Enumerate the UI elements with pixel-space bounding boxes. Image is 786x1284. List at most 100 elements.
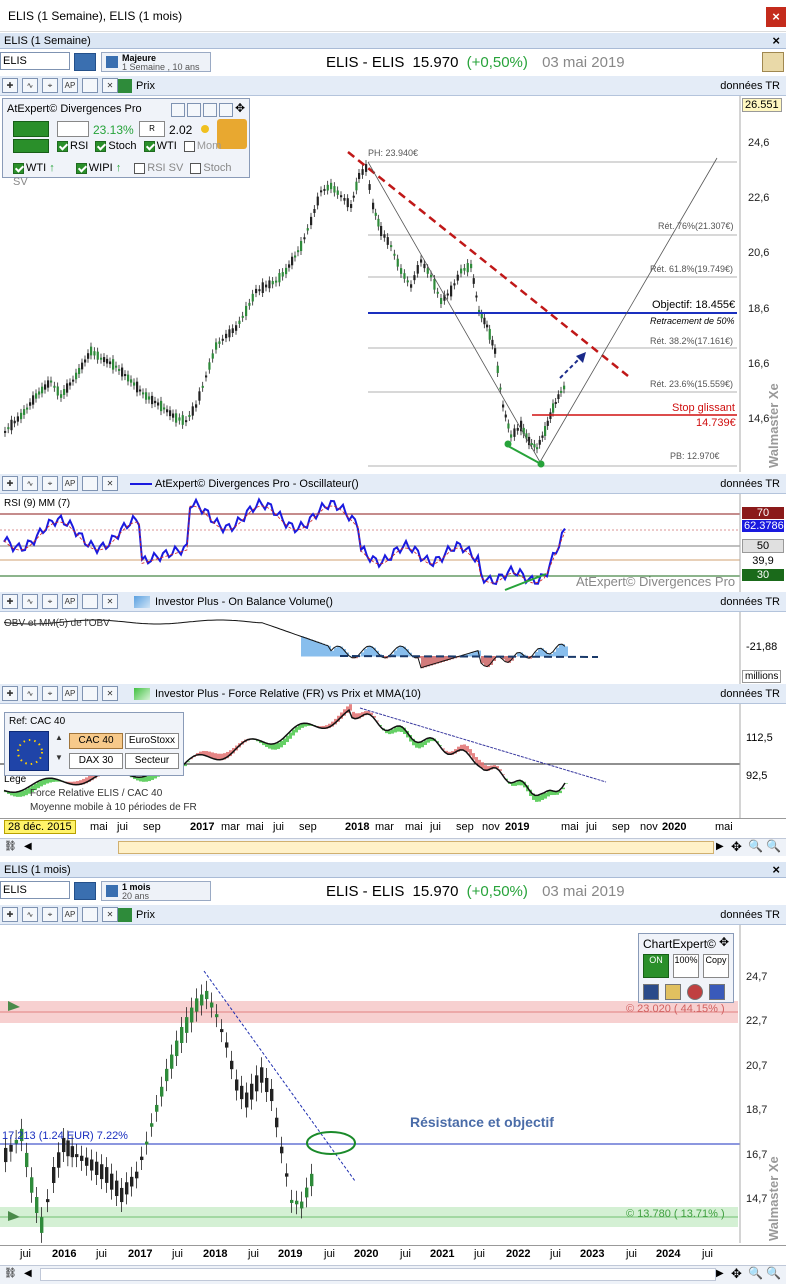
check-rsi[interactable]: RSI [57, 140, 88, 152]
link-icon[interactable]: ⛓ [4, 841, 17, 852]
check-wipi[interactable]: WIPI ↑ [75, 162, 121, 174]
chartexpert-tool-icon-1[interactable] [643, 984, 659, 1000]
rsi-panel[interactable]: RSI (9) MM (7) 70 62.3786 50 39,9 30 AtE… [0, 494, 786, 592]
monthly-price-tab[interactable]: Prix [136, 905, 155, 925]
zoom-in-icon[interactable]: 🔍 [766, 839, 781, 853]
scroll-left-icon[interactable]: ◀ [24, 1268, 32, 1279]
wave-tool-icon[interactable]: ∿ [22, 78, 38, 93]
obv-panel[interactable]: OBV et MM(5) de l'OBV -21,88 millions [0, 612, 786, 684]
scroll-thumb[interactable] [118, 841, 714, 854]
chartexpert-tool-icon-3[interactable] [687, 984, 703, 1000]
scroll-left-icon[interactable]: ◀ [24, 841, 32, 852]
magnet-tool-icon[interactable]: ⌖ [42, 686, 58, 701]
tools-icon[interactable] [762, 52, 784, 72]
window-tool-icon[interactable] [82, 686, 98, 701]
window-tool-icon[interactable] [82, 907, 98, 922]
ap-tool-icon[interactable]: AP [62, 594, 78, 609]
ref-button-eurostoxx[interactable]: EuroStoxx [125, 733, 179, 749]
widget-settings-icon[interactable] [203, 103, 217, 117]
scroll-down-icon[interactable]: ▼ [55, 753, 63, 762]
cross-tool-icon[interactable]: ✚ [2, 686, 18, 701]
check-wti-2[interactable]: WTI ↑ [13, 162, 55, 174]
cross-tool-icon[interactable]: ✚ [2, 78, 18, 93]
chartexpert-tool-icon-4[interactable] [709, 984, 725, 1000]
scroll-thumb[interactable] [40, 1268, 716, 1281]
monthly-scrollbar[interactable]: ⛓ ◀ ▶ ✥ 🔍 🔍 [0, 1265, 786, 1284]
ap-tool-icon[interactable]: AP [62, 907, 78, 922]
date-tick-label: mar [375, 821, 394, 833]
fr-panel[interactable]: 112,5 92,5 Lege Force Relative ELIS / CA… [0, 704, 786, 818]
trend-up-icon[interactable] [13, 121, 49, 137]
wave-tool-icon[interactable]: ∿ [22, 686, 38, 701]
weekly-scrollbar[interactable]: ⛓ ◀ ▶ ✥ 🔍 🔍 [0, 838, 786, 856]
weekly-price-tab[interactable]: Prix [136, 76, 155, 96]
wave-tool-icon[interactable]: ∿ [22, 907, 38, 922]
scroll-right-icon[interactable]: ▶ [716, 1268, 724, 1279]
zoom-out-icon[interactable]: 🔍 [748, 839, 763, 853]
widget-refresh-icon[interactable] [171, 103, 185, 117]
trend-down-icon[interactable] [13, 139, 49, 153]
check-wti[interactable]: WTI [143, 140, 177, 152]
weekly-price-chart[interactable]: 26.551 24,6 22,6 20,6 18,6 16,6 14,6 PH:… [0, 96, 786, 472]
link-icon[interactable]: ⛓ [4, 1268, 17, 1279]
chartexpert-tool-icon-2[interactable] [665, 984, 681, 1000]
widget-move-icon[interactable]: ✥ [235, 101, 245, 115]
monthly-period-selector[interactable]: 1 mois 20 ans [101, 881, 211, 901]
wave-tool-icon[interactable]: ∿ [22, 594, 38, 609]
weekly-ticker-input[interactable]: ELIS [0, 52, 70, 70]
magnet-tool-icon[interactable]: ⌖ [42, 594, 58, 609]
fr-fill-bar [535, 795, 538, 802]
ap-tool-icon[interactable]: AP [62, 476, 78, 491]
zoom-in-icon[interactable]: 🔍 [766, 1266, 781, 1280]
close-tool-icon[interactable]: ✕ [102, 686, 118, 701]
chartexpert-on-button[interactable]: ON [643, 954, 669, 978]
cross-tool-icon[interactable]: ✚ [2, 476, 18, 491]
close-tool-icon[interactable]: ✕ [102, 594, 118, 609]
wave-tool-icon[interactable]: ∿ [22, 476, 38, 491]
scroll-right-icon[interactable]: ▶ [716, 841, 724, 852]
magnet-tool-icon[interactable]: ⌖ [42, 476, 58, 491]
check-rsi-sv[interactable]: RSI SV [134, 162, 183, 174]
oscillator-tab[interactable]: AtExpert© Divergences Pro - Oscillateur(… [155, 474, 359, 494]
obv-tab[interactable]: Investor Plus - On Balance Volume() [155, 592, 333, 612]
monthly-price-chart[interactable]: 24,7 22,7 20,7 18,7 16,7 14,7 © 23.020 (… [0, 925, 786, 1243]
close-tool-icon[interactable]: ✕ [102, 907, 118, 922]
pan-icon[interactable]: ✥ [731, 839, 742, 855]
cross-tool-icon[interactable]: ✚ [2, 594, 18, 609]
window-tool-icon[interactable] [82, 594, 98, 609]
close-tool-icon[interactable]: ✕ [102, 78, 118, 93]
widget-edit-icon[interactable] [187, 103, 201, 117]
window-close-button[interactable]: × [766, 7, 786, 27]
candle-body [105, 1167, 109, 1183]
ref-button-secteur[interactable]: Secteur [125, 753, 179, 769]
cross-tool-icon[interactable]: ✚ [2, 907, 18, 922]
monthly-ticker-input[interactable]: ELIS [0, 881, 70, 899]
scroll-up-icon[interactable]: ▲ [55, 733, 63, 742]
weekly-period-selector[interactable]: Majeure 1 Semaine , 10 ans [101, 52, 211, 72]
magnet-tool-icon[interactable]: ⌖ [42, 78, 58, 93]
widget-grid-icon[interactable] [219, 103, 233, 117]
book-icon[interactable] [74, 882, 96, 900]
weekly-panel-close-icon[interactable]: × [772, 33, 780, 49]
book-icon[interactable] [74, 53, 96, 71]
check-stoch[interactable]: Stoch [95, 140, 137, 152]
ap-tool-icon[interactable]: AP [62, 686, 78, 701]
chartexpert-100-button[interactable]: 100% [673, 954, 699, 978]
zoom-out-icon[interactable]: 🔍 [748, 1266, 763, 1280]
date-tick-label: 2018 [345, 821, 370, 833]
ref-button-cac40[interactable]: CAC 40 [69, 733, 123, 749]
monthly-panel-close-icon[interactable]: × [772, 862, 780, 878]
magnet-tool-icon[interactable]: ⌖ [42, 907, 58, 922]
candle-body [56, 386, 59, 396]
window-tool-icon[interactable] [82, 78, 98, 93]
pan-icon[interactable]: ✥ [731, 1266, 742, 1282]
ap-tool-icon[interactable]: AP [62, 78, 78, 93]
ref-button-dax30[interactable]: DAX 30 [69, 753, 123, 769]
window-tool-icon[interactable] [82, 476, 98, 491]
candle-body [340, 195, 343, 198]
chartexpert-copy-button[interactable]: Copy [703, 954, 729, 978]
chartexpert-move-icon[interactable]: ✥ [719, 935, 729, 949]
close-tool-icon[interactable]: ✕ [102, 476, 118, 491]
fr-tab[interactable]: Investor Plus - Force Relative (FR) vs P… [155, 684, 421, 704]
check-mom[interactable]: Mom [183, 140, 221, 152]
